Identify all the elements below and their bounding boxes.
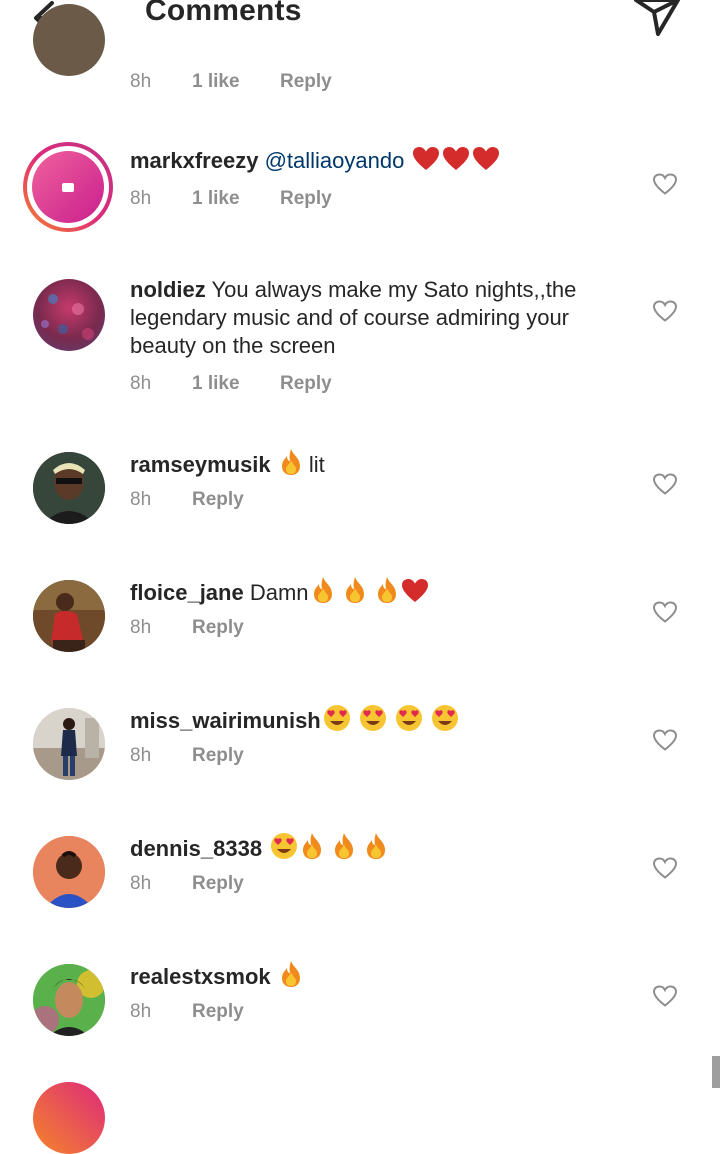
like-heart-icon[interactable] bbox=[652, 600, 678, 624]
comment-time: 8h bbox=[130, 188, 152, 209]
comment-time: 8h bbox=[130, 489, 152, 510]
reply-button[interactable]: Reply bbox=[280, 70, 332, 94]
comment-body: lit bbox=[308, 452, 325, 477]
like-heart-icon[interactable] bbox=[652, 728, 678, 752]
comment-row: dennis_8338 8h Reply bbox=[0, 832, 720, 922]
like-count[interactable]: 1 like bbox=[192, 70, 240, 94]
like-heart-icon[interactable] bbox=[652, 984, 678, 1008]
reply-button[interactable]: Reply bbox=[192, 616, 244, 640]
username[interactable]: dennis_8338 bbox=[130, 836, 262, 861]
username[interactable]: miss_wairimunish bbox=[130, 708, 321, 733]
comment-row: markxfreezy @talliaoyando 8h 1 like Repl… bbox=[0, 142, 720, 242]
comment-partial: 8h 1 like Reply bbox=[0, 4, 720, 110]
emoji-heart-icon bbox=[410, 147, 500, 173]
avatar[interactable] bbox=[33, 708, 105, 780]
avatar[interactable] bbox=[33, 964, 105, 1036]
like-count[interactable]: 1 like bbox=[192, 187, 240, 211]
comment-text: ramseymusik lit bbox=[130, 448, 620, 479]
comment-time: 8h bbox=[130, 745, 152, 766]
reply-button[interactable]: Reply bbox=[192, 744, 244, 768]
avatar[interactable] bbox=[33, 452, 105, 524]
avatar[interactable] bbox=[33, 836, 105, 908]
emoji-fire-icon bbox=[277, 961, 303, 989]
comment-time: 8h bbox=[130, 617, 152, 638]
comment-text: markxfreezy @talliaoyando bbox=[130, 146, 620, 175]
comment-meta: 8h Reply bbox=[130, 872, 244, 896]
scrollbar[interactable] bbox=[712, 1056, 720, 1088]
like-heart-icon[interactable] bbox=[652, 172, 678, 196]
emoji-fire-icon bbox=[309, 577, 399, 605]
emoji-heart-eyes-icon bbox=[268, 833, 298, 861]
avatar[interactable] bbox=[33, 4, 105, 76]
reply-button[interactable]: Reply bbox=[192, 872, 244, 896]
comment-time: 8h bbox=[130, 873, 152, 894]
reply-button[interactable]: Reply bbox=[280, 187, 332, 211]
emoji-heart-icon bbox=[399, 579, 429, 605]
comment-meta: 8h 1 like Reply bbox=[130, 187, 332, 211]
username[interactable]: noldiez bbox=[130, 277, 206, 302]
comment-text: realestxsmok bbox=[130, 960, 620, 991]
emoji-fire-icon bbox=[298, 833, 388, 861]
page-title: Comments bbox=[145, 0, 302, 27]
reply-button[interactable]: Reply bbox=[280, 372, 332, 396]
mention-link[interactable]: @talliaoyando bbox=[265, 148, 405, 173]
username[interactable]: realestxsmok bbox=[130, 964, 271, 989]
comment-text: floice_jane Damn bbox=[130, 576, 620, 607]
reply-button[interactable]: Reply bbox=[192, 488, 244, 512]
like-count[interactable]: 1 like bbox=[192, 372, 240, 396]
emoji-heart-eyes-icon bbox=[321, 705, 459, 733]
header: Comments bbox=[0, 0, 720, 46]
comment-row: ramseymusik lit 8h Reply bbox=[0, 448, 720, 538]
reply-button[interactable]: Reply bbox=[192, 1000, 244, 1024]
avatar[interactable] bbox=[33, 1082, 105, 1154]
comment-meta: 8h Reply bbox=[130, 488, 244, 512]
like-heart-icon[interactable] bbox=[652, 856, 678, 880]
username[interactable]: ramseymusik bbox=[130, 452, 271, 477]
comment-meta: 8h Reply bbox=[130, 1000, 244, 1024]
like-heart-icon[interactable] bbox=[652, 472, 678, 496]
avatar[interactable] bbox=[33, 279, 105, 351]
comment-time: 8h bbox=[130, 1001, 152, 1022]
comment-text: noldiez You always make my Sato nights,,… bbox=[130, 276, 620, 360]
username[interactable]: floice_jane bbox=[130, 580, 244, 605]
username[interactable]: markxfreezy bbox=[130, 148, 258, 173]
comment-row: miss_wairimunish 8h Reply bbox=[0, 704, 720, 794]
comment-meta: 8h Reply bbox=[130, 616, 244, 640]
paper-plane-icon[interactable] bbox=[632, 0, 682, 40]
comment-body: Damn bbox=[249, 580, 309, 605]
comment-meta: 8h 1 like Reply bbox=[130, 372, 332, 396]
emoji-fire-icon bbox=[277, 449, 303, 477]
avatar[interactable] bbox=[33, 580, 105, 652]
comment-text: dennis_8338 bbox=[130, 832, 620, 863]
comment-time: 8h bbox=[130, 71, 152, 92]
comment-row: realestxsmok 8h Reply bbox=[0, 960, 720, 1050]
like-heart-icon[interactable] bbox=[652, 299, 678, 323]
comment-row: noldiez You always make my Sato nights,,… bbox=[0, 276, 720, 406]
comment-text: miss_wairimunish bbox=[130, 704, 620, 735]
comment-meta: 8h Reply bbox=[130, 744, 244, 768]
avatar[interactable] bbox=[32, 151, 104, 223]
comment-row: floice_jane Damn 8h Reply bbox=[0, 576, 720, 666]
comment-meta: 8h 1 like Reply bbox=[130, 70, 332, 94]
notification-icon bbox=[62, 183, 74, 192]
comment-time: 8h bbox=[130, 373, 152, 394]
